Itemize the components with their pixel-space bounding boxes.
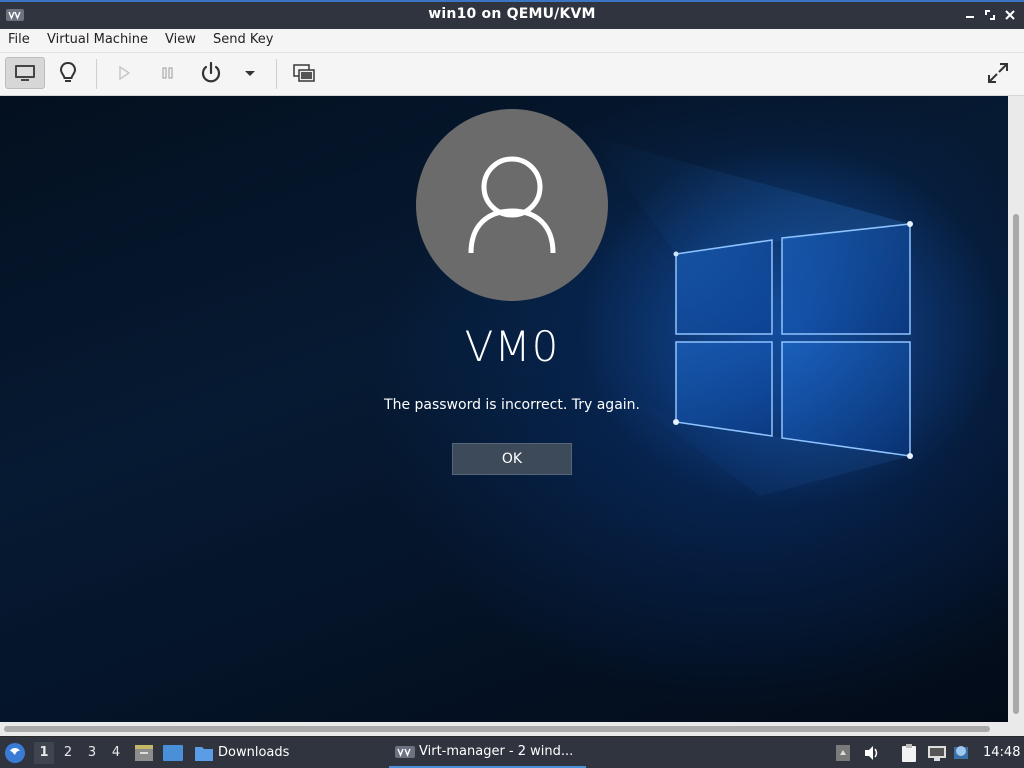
folder-icon: [195, 746, 213, 761]
volume-icon: [865, 745, 878, 760]
close-icon[interactable]: [1002, 7, 1018, 23]
menu-view[interactable]: View: [163, 32, 198, 47]
username: VM0: [464, 322, 560, 371]
workspace-4[interactable]: 4: [106, 742, 126, 764]
shutdown-button[interactable]: [191, 57, 231, 89]
vertical-scrollbar[interactable]: [1008, 96, 1024, 722]
clock[interactable]: 14:48: [983, 737, 1020, 768]
workspace-1[interactable]: 1: [34, 742, 54, 764]
downloads-label: Downloads: [218, 745, 290, 760]
file-manager-launcher[interactable]: [134, 737, 154, 768]
run-button[interactable]: [104, 57, 144, 89]
taskbar: 1 2 3 4 Downloads Virt-manager - 2 wind.…: [0, 737, 1024, 768]
workspace-2[interactable]: 2: [58, 742, 78, 764]
horizontal-scrollbar[interactable]: [0, 722, 1008, 736]
menu-virtual-machine[interactable]: Virtual Machine: [45, 32, 150, 47]
info-icon: [954, 745, 968, 759]
console-button[interactable]: [5, 57, 45, 89]
app-menu-icon: [5, 742, 25, 763]
vm-display[interactable]: VM0 The password is incorrect. Try again…: [0, 96, 1008, 722]
virt-manager-task[interactable]: Virt-manager - 2 wind...: [389, 737, 586, 768]
clipboard-icon: [902, 743, 916, 762]
tray-clipboard[interactable]: [900, 737, 918, 768]
fullscreen-button[interactable]: [978, 57, 1018, 89]
snapshot-icon: [293, 64, 315, 82]
desktop-launcher[interactable]: [162, 737, 184, 768]
menu-bar: File Virtual Machine View Send Key: [0, 29, 1024, 53]
pause-button[interactable]: [148, 57, 188, 89]
ok-button[interactable]: OK: [452, 443, 572, 475]
shutdown-dropdown-button[interactable]: [230, 57, 270, 89]
scrollbar-corner: [1008, 722, 1024, 736]
details-button[interactable]: [48, 57, 88, 89]
horizontal-scrollbar-thumb[interactable]: [4, 726, 990, 732]
error-message: The password is incorrect. Try again.: [384, 397, 640, 413]
active-task-label: Virt-manager - 2 wind...: [419, 744, 574, 759]
dropdown-icon: [245, 71, 255, 76]
network-icon: [928, 745, 946, 761]
power-icon: [201, 61, 221, 83]
tray-updates[interactable]: [953, 737, 971, 768]
notification-icon: [836, 744, 850, 761]
pause-icon: [162, 67, 173, 79]
desktop-icon: [163, 744, 183, 761]
maximize-icon[interactable]: [982, 7, 998, 23]
menu-send-key[interactable]: Send Key: [211, 32, 275, 47]
window-title: win10 on QEMU/KVM: [428, 6, 596, 22]
start-menu-button[interactable]: [4, 737, 26, 768]
toolbar: [0, 53, 1024, 96]
tray-volume[interactable]: [863, 737, 881, 768]
virt-manager-icon: [395, 745, 415, 758]
minimize-icon[interactable]: [962, 7, 978, 23]
tray-notification[interactable]: [835, 737, 851, 768]
fullscreen-icon: [988, 63, 1008, 83]
console-icon: [15, 65, 35, 81]
user-avatar: [416, 109, 608, 301]
user-icon: [468, 156, 556, 254]
window-titlebar[interactable]: win10 on QEMU/KVM: [0, 0, 1024, 29]
menu-file[interactable]: File: [6, 32, 32, 47]
file-manager-icon: [135, 744, 153, 761]
workspace-3[interactable]: 3: [82, 742, 102, 764]
downloads-folder-task[interactable]: Downloads: [194, 737, 289, 768]
tray-network[interactable]: [927, 737, 947, 768]
vertical-scrollbar-thumb[interactable]: [1013, 214, 1019, 714]
lightbulb-icon: [59, 61, 77, 82]
snapshot-button[interactable]: [284, 57, 324, 89]
play-icon: [119, 65, 131, 81]
